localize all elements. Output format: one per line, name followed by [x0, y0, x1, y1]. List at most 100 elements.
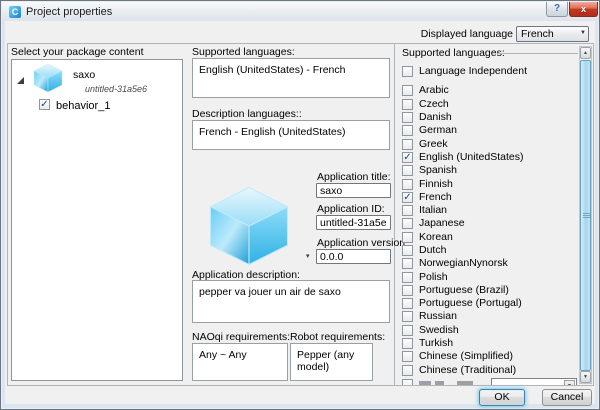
language-row[interactable]: Dutch	[399, 244, 577, 257]
language-checkbox[interactable]	[402, 205, 413, 216]
application-description-box[interactable]: pepper va jouer un air de saxo	[192, 280, 390, 323]
language-label: Korean	[419, 231, 453, 244]
language-checkbox[interactable]	[402, 272, 413, 283]
application-version-input[interactable]	[316, 249, 391, 264]
package-id: untitled-31a5e6	[85, 84, 147, 94]
language-checkbox[interactable]	[402, 338, 413, 349]
language-checkbox[interactable]	[402, 85, 413, 96]
language-checkbox[interactable]	[402, 179, 413, 190]
displayed-language-label: Displayed language	[391, 28, 513, 40]
robot-requirements-label: Robot requirements:	[290, 331, 385, 343]
language-checkbox[interactable]	[402, 245, 413, 256]
naoqi-requirements-box[interactable]: Any ~ Any	[192, 343, 288, 381]
language-label: Portuguese (Portugal)	[419, 297, 522, 310]
language-row[interactable]: NorwegianNynorsk	[399, 257, 577, 270]
language-label: French	[419, 191, 452, 204]
language-row[interactable]: Czech	[399, 98, 577, 111]
chevron-down-icon: ▼	[580, 30, 586, 36]
naoqi-requirements-label: NAOqi requirements:	[192, 331, 290, 343]
language-row[interactable]: Russian	[399, 310, 577, 323]
language-row[interactable]: Polish	[399, 270, 577, 283]
scrollbar-grip	[583, 213, 590, 214]
title-bar[interactable]: C Project properties ? x	[2, 2, 600, 21]
language-checkbox[interactable]: ✓	[402, 192, 413, 203]
application-id-input[interactable]	[316, 215, 391, 230]
language-row[interactable]: Korean	[399, 231, 577, 244]
behavior-checkbox[interactable]: ✓	[39, 99, 50, 110]
cancel-button[interactable]: Cancel	[542, 389, 592, 406]
languages-scrollbar[interactable]: ▲ ▼	[579, 46, 592, 384]
language-checkbox[interactable]	[402, 285, 413, 296]
language-label: Italian	[419, 204, 447, 217]
supported-languages-summary-box: English (UnitedStates) - French	[192, 58, 390, 98]
description-languages-box: French - English (UnitedStates)	[192, 120, 390, 150]
application-title-label: Application title:	[317, 171, 391, 183]
language-row[interactable]: Swedish	[399, 324, 577, 337]
scroll-down-icon[interactable]: ▼	[580, 371, 591, 383]
language-checkbox[interactable]	[402, 218, 413, 229]
version-expander-icon[interactable]: ▾	[306, 252, 310, 260]
language-label: Danish	[419, 111, 452, 124]
language-row[interactable]: Language Independent	[399, 65, 577, 78]
language-row[interactable]: Spanish	[399, 164, 577, 177]
language-label: NorwegianNynorsk	[419, 257, 508, 270]
language-checkbox[interactable]	[402, 232, 413, 243]
language-row[interactable]: Finnish	[399, 177, 577, 190]
language-checkbox[interactable]	[402, 165, 413, 176]
language-row[interactable]: Turkish	[399, 337, 577, 350]
clipped-text-fragment	[419, 381, 431, 385]
language-row[interactable]: ✓ French	[399, 191, 577, 204]
language-row[interactable]: Chinese (Simplified)	[399, 350, 577, 363]
clipped-language-checkbox[interactable]	[402, 379, 413, 385]
language-checkbox[interactable]	[402, 139, 413, 150]
language-row[interactable]: German	[399, 124, 577, 137]
language-row[interactable]: ✓English (UnitedStates)	[399, 151, 577, 164]
language-checkbox[interactable]	[402, 365, 413, 376]
displayed-language-select[interactable]: French ▼	[516, 26, 589, 42]
tree-expander-icon[interactable]	[17, 77, 24, 84]
language-label: Japanese	[419, 217, 465, 230]
clipped-combobox[interactable]: ▼	[491, 378, 577, 385]
language-label: Swedish	[419, 324, 459, 337]
language-row[interactable]: Arabic	[399, 84, 577, 97]
language-label: Dutch	[419, 244, 446, 257]
package-name[interactable]: saxo	[73, 69, 95, 81]
behavior-label[interactable]: behavior_1	[56, 100, 110, 112]
language-row[interactable]: Japanese	[399, 217, 577, 230]
language-label: Language Independent	[419, 65, 527, 78]
language-row[interactable]: Portuguese (Brazil)	[399, 284, 577, 297]
language-checkbox[interactable]	[402, 125, 413, 136]
language-row[interactable]: Greek	[399, 137, 577, 150]
language-checkbox[interactable]	[402, 298, 413, 309]
language-checkbox[interactable]: ✓	[402, 152, 413, 163]
project-properties-dialog: C Project properties ? x Displayed langu…	[0, 0, 600, 410]
scrollbar-thumb[interactable]	[580, 60, 591, 371]
language-row[interactable]: Italian	[399, 204, 577, 217]
language-row[interactable]: Chinese (Traditional)	[399, 364, 577, 377]
language-checkbox[interactable]	[402, 258, 413, 269]
language-label: Russian	[419, 310, 457, 323]
language-label: Portuguese (Brazil)	[419, 284, 509, 297]
application-title-input[interactable]	[316, 183, 391, 198]
language-label: Turkish	[419, 337, 453, 350]
scroll-up-icon[interactable]: ▲	[580, 47, 591, 59]
choregraphe-app-icon: C	[9, 6, 21, 18]
robot-requirements-box[interactable]: Pepper (any model)	[290, 343, 373, 381]
clipped-language-row[interactable]: ▼	[399, 377, 577, 385]
language-row[interactable]: Portuguese (Portugal)	[399, 297, 577, 310]
help-button[interactable]: ?	[546, 2, 568, 17]
language-checkbox[interactable]	[402, 325, 413, 336]
language-checkbox[interactable]	[402, 99, 413, 110]
language-checkbox[interactable]	[402, 112, 413, 123]
close-button[interactable]: x	[569, 2, 598, 17]
window-title: Project properties	[26, 6, 112, 18]
language-row[interactable]: Danish	[399, 111, 577, 124]
language-checkbox[interactable]	[402, 66, 413, 77]
language-checkbox[interactable]	[402, 351, 413, 362]
ok-button[interactable]: OK	[479, 389, 525, 406]
language-checkbox[interactable]	[402, 311, 413, 322]
supported-languages-summary-value: English (UnitedStates) - French	[199, 64, 345, 76]
clipped-text-fragment	[435, 381, 444, 385]
application-id-label: Application ID:	[317, 203, 385, 215]
clipped-text-fragment	[457, 381, 473, 385]
